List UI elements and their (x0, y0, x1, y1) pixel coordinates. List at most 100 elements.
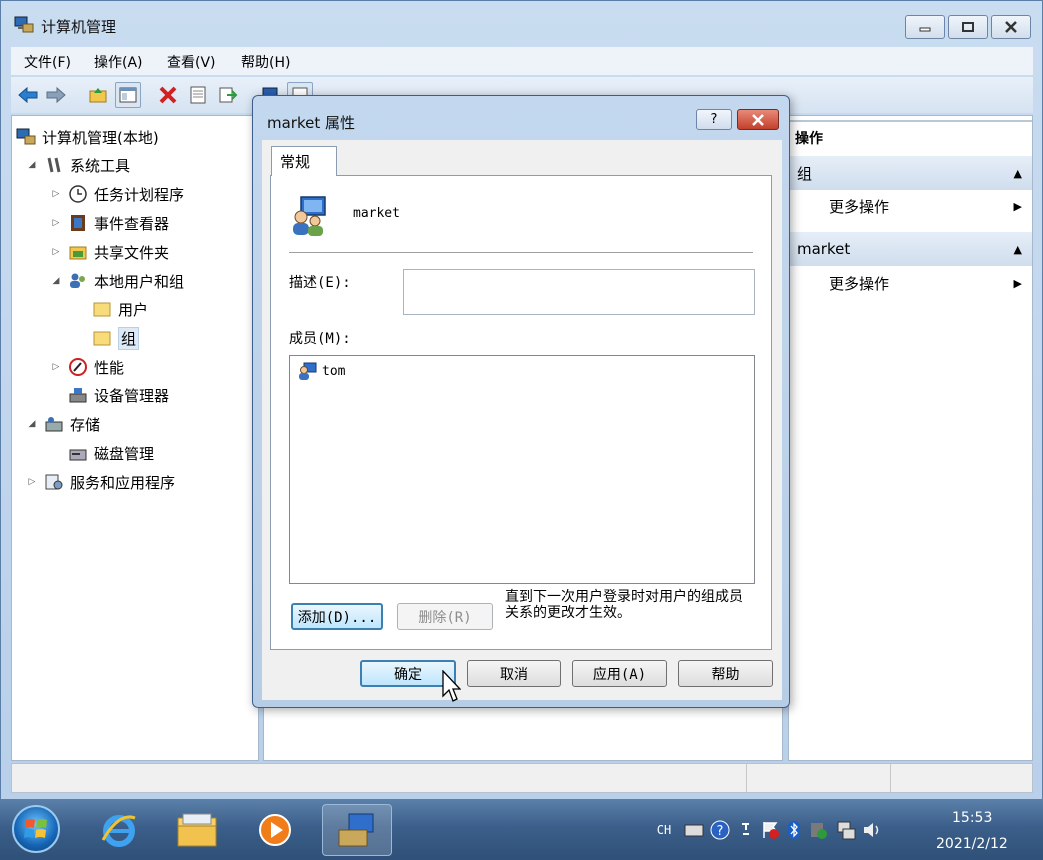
window-title: 计算机管理 (41, 18, 117, 36)
svg-text:?: ? (717, 824, 724, 839)
dialog-help-button[interactable]: ? (696, 109, 732, 130)
more-actions-link[interactable]: 更多操作 (829, 196, 889, 217)
keyboard-icon[interactable] (684, 820, 704, 840)
forward-arrow-icon (46, 86, 66, 104)
collapse-triangle-icon[interactable]: ◢ (26, 419, 38, 429)
tree-label: 任务计划程序 (94, 185, 185, 204)
collapse-triangle-icon[interactable]: ◢ (50, 276, 62, 286)
tree-item-task-scheduler[interactable]: ▷ 任务计划程序 (50, 183, 184, 205)
delete-button[interactable] (155, 82, 181, 108)
export-list-button[interactable] (215, 82, 241, 108)
volume-icon[interactable] (862, 820, 882, 840)
folder-icon (93, 331, 111, 346)
title-bar[interactable]: 计算机管理 (1, 1, 1042, 45)
taskbar-computer-management[interactable] (322, 804, 392, 856)
users-icon (70, 273, 85, 288)
status-bar (11, 763, 1033, 793)
section-label: market (797, 240, 851, 258)
description-label: 描述(E): (289, 275, 351, 291)
menu-help[interactable]: 帮助(H) (241, 52, 290, 72)
taskbar-ie[interactable] (84, 804, 154, 856)
collapse-triangle-icon[interactable]: ◢ (26, 160, 38, 170)
services-icon (45, 474, 63, 490)
action-section-group[interactable]: 组 ▲ (789, 156, 1032, 190)
add-member-button[interactable]: 添加(D)... (291, 603, 383, 630)
tree-item-users[interactable]: 用户 (74, 298, 148, 320)
tree-item-shared-folders[interactable]: ▷ 共享文件夹 (50, 241, 169, 263)
more-actions-link[interactable]: 更多操作 (829, 273, 889, 294)
tree-item-storage[interactable]: ◢ 存储 (26, 413, 100, 435)
collapse-up-icon: ▲ (1013, 242, 1022, 256)
expand-triangle-icon[interactable]: ▷ (50, 189, 62, 199)
general-tab-panel: market 描述(E): 成员(M): tom 添加(D)... 删除(R) … (270, 175, 772, 650)
show-hide-tree-button[interactable] (115, 82, 141, 108)
tree-item-event-viewer[interactable]: ▷ 事件查看器 (50, 212, 169, 234)
clock-date[interactable]: 2021/2/12 (936, 836, 1008, 852)
tree-item-device-manager[interactable]: 设备管理器 (50, 384, 169, 406)
action-section-market[interactable]: market ▲ (789, 232, 1032, 266)
tree-label: 服务和应用程序 (70, 473, 176, 492)
tree-label: 存储 (70, 415, 101, 434)
tree-item-groups[interactable]: 组 (74, 326, 140, 350)
tree-label: 系统工具 (70, 156, 131, 175)
security-shield-icon[interactable] (808, 820, 828, 840)
expand-triangle-icon[interactable]: ▷ (50, 218, 62, 228)
expand-triangle-icon[interactable]: ▷ (26, 477, 38, 487)
language-indicator[interactable]: CH (652, 820, 676, 840)
internet-explorer-icon (101, 815, 136, 847)
console-tree: 计算机管理(本地) ◢ 系统工具 ▷ 任务计划程序 ▷ 事件查看器 ▷ 共享文件… (11, 115, 259, 761)
properties-button[interactable] (185, 82, 211, 108)
members-label: 成员(M): (289, 331, 351, 347)
help-button[interactable]: 帮助 (678, 660, 773, 687)
menu-bar: 文件(F) 操作(A) 查看(V) 帮助(H) (11, 47, 1033, 75)
list-item[interactable]: tom (298, 362, 345, 380)
close-button[interactable] (991, 15, 1031, 39)
back-arrow-icon (18, 86, 38, 104)
tree-item-services-apps[interactable]: ▷ 服务和应用程序 (26, 471, 175, 493)
description-input[interactable] (403, 269, 755, 315)
minimize-button[interactable] (905, 15, 945, 39)
cancel-button[interactable]: 取消 (467, 660, 561, 687)
tree-item-local-users-groups[interactable]: ◢ 本地用户和组 (50, 270, 184, 292)
tab-general[interactable]: 常规 (271, 146, 337, 176)
tree-label: 性能 (94, 358, 125, 377)
remove-member-button[interactable]: 删除(R) (397, 603, 493, 630)
back-button[interactable] (15, 82, 41, 108)
separator (289, 252, 753, 253)
computer-management-icon (16, 128, 36, 145)
tree-label: 磁盘管理 (94, 444, 155, 463)
tree-item-performance[interactable]: ▷ 性能 (50, 356, 124, 378)
action-center-flag-icon[interactable] (760, 820, 780, 840)
tree-item-disk-management[interactable]: 磁盘管理 (50, 442, 154, 464)
menu-file[interactable]: 文件(F) (24, 52, 71, 72)
tree-label: 用户 (118, 300, 149, 319)
tree-item-root[interactable]: 计算机管理(本地) (16, 126, 159, 148)
members-list[interactable]: tom (289, 355, 755, 584)
tree-label: 组 (118, 326, 140, 350)
network-icon[interactable] (836, 820, 856, 840)
windows-logo-icon (24, 819, 47, 838)
up-level-button[interactable] (85, 82, 111, 108)
options-icon[interactable] (736, 820, 756, 840)
taskbar-media-player[interactable] (240, 804, 310, 856)
taskbar: CH ? (0, 800, 1043, 860)
menu-view[interactable]: 查看(V) (167, 52, 216, 72)
forward-button[interactable] (43, 82, 69, 108)
start-button[interactable] (12, 805, 60, 853)
menu-action[interactable]: 操作(A) (94, 52, 143, 72)
taskbar-explorer[interactable] (162, 804, 232, 856)
computer-management-icon (14, 16, 34, 33)
tree-item-system-tools[interactable]: ◢ 系统工具 (26, 154, 130, 176)
apply-button[interactable]: 应用(A) (572, 660, 667, 687)
clock-time[interactable]: 15:53 (952, 810, 992, 826)
folder-up-icon (89, 88, 107, 103)
expand-triangle-icon[interactable]: ▷ (50, 247, 62, 257)
close-icon (1005, 21, 1017, 33)
dialog-close-button[interactable] (737, 109, 779, 130)
market-properties-dialog: market 属性 ? 常规 market 描述(E): 成员(M): tom … (252, 95, 790, 708)
expand-triangle-icon[interactable]: ▷ (50, 362, 62, 372)
help-icon[interactable]: ? (710, 820, 730, 840)
maximize-button[interactable] (948, 15, 988, 39)
bluetooth-icon[interactable] (784, 820, 804, 840)
close-icon (752, 113, 764, 126)
